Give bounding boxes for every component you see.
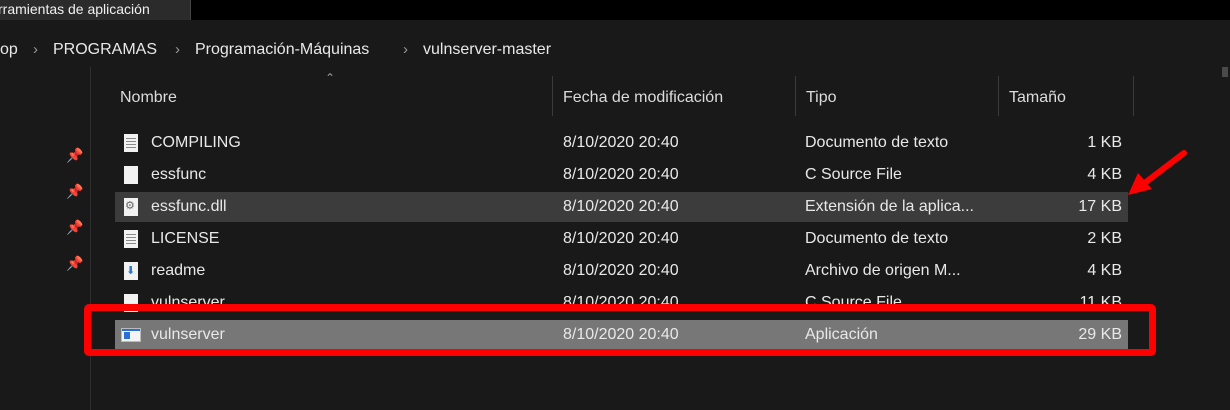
markdown-file-icon	[124, 262, 138, 280]
file-date: 8/10/2020 20:40	[563, 230, 679, 247]
file-name: vulnserver	[151, 326, 225, 343]
file-name: essfunc	[151, 166, 207, 183]
column-divider[interactable]	[795, 76, 796, 116]
file-type: Documento de texto	[805, 134, 949, 151]
chevron-right-icon[interactable]: ›	[175, 33, 180, 67]
file-row-readme[interactable]: readme 8/10/2020 20:40 Archivo de origen…	[115, 256, 1128, 286]
file-row-essfunc[interactable]: essfunc 8/10/2020 20:40 C Source File 4 …	[115, 160, 1128, 190]
column-header-name[interactable]: Nombre	[120, 81, 177, 117]
column-divider[interactable]	[552, 76, 553, 116]
pin-icon[interactable]: 📌	[66, 147, 83, 163]
column-header-type[interactable]: Tipo	[806, 81, 837, 117]
file-type: Archivo de origen M...	[805, 262, 961, 279]
chevron-right-icon[interactable]: ›	[33, 33, 38, 67]
file-type: Documento de texto	[805, 230, 949, 247]
file-type: Aplicación	[805, 326, 878, 343]
file-size: 4 KB	[1087, 262, 1122, 279]
file-name: LICENSE	[151, 230, 220, 247]
vertical-scrollbar[interactable]	[1213, 67, 1230, 410]
file-size: 2 KB	[1087, 230, 1122, 247]
file-name: readme	[151, 262, 206, 279]
file-size: 11 KB	[1079, 294, 1122, 311]
file-date: 8/10/2020 20:40	[563, 198, 679, 215]
column-divider[interactable]	[998, 76, 999, 116]
source-file-icon	[124, 166, 138, 184]
address-bar[interactable]: op › PROGRAMAS › Programación-Máquinas ›…	[0, 33, 1230, 67]
navigation-pane: 📌 📌 📌 📌	[0, 67, 90, 410]
file-date: 8/10/2020 20:40	[563, 166, 679, 183]
column-header-date[interactable]: Fecha de modificación	[563, 81, 723, 117]
source-file-icon	[124, 294, 138, 312]
breadcrumb-item-desktop[interactable]: op	[0, 33, 18, 67]
file-size: 1 KB	[1087, 134, 1122, 151]
dll-file-icon	[124, 198, 138, 216]
pin-icon[interactable]: 📌	[66, 255, 83, 271]
file-row-license[interactable]: LICENSE 8/10/2020 20:40 Documento de tex…	[115, 224, 1128, 254]
ribbon-tab-app-tools[interactable]: rramientas de aplicación	[0, 0, 191, 20]
breadcrumb-item-vulnserver-master[interactable]: vulnserver-master	[423, 33, 551, 67]
file-size: 29 KB	[1078, 326, 1122, 343]
file-date: 8/10/2020 20:40	[563, 262, 679, 279]
file-row-essfunc-dll[interactable]: essfunc.dll 8/10/2020 20:40 Extensión de…	[115, 192, 1128, 222]
breadcrumb-item-programacion-maquinas[interactable]: Programación-Máquinas	[195, 33, 369, 67]
file-size: 4 KB	[1087, 166, 1122, 183]
file-date: 8/10/2020 20:40	[563, 134, 679, 151]
text-file-icon	[124, 134, 138, 152]
file-name: vulnserver	[151, 294, 225, 311]
column-divider[interactable]	[1133, 76, 1134, 116]
file-size: 17 KB	[1078, 198, 1122, 215]
chevron-right-icon[interactable]: ›	[403, 33, 408, 67]
application-icon	[121, 328, 141, 342]
file-name: COMPILING	[151, 134, 241, 151]
file-type: C Source File	[805, 166, 902, 183]
file-type: Extensión de la aplica...	[805, 198, 974, 215]
file-row-vulnserver-c[interactable]: vulnserver 8/10/2020 20:40 C Source File…	[115, 288, 1128, 318]
file-row-compiling[interactable]: COMPILING 8/10/2020 20:40 Documento de t…	[115, 128, 1128, 158]
text-file-icon	[124, 230, 138, 248]
pin-icon[interactable]: 📌	[66, 183, 83, 199]
scrollbar-thumb[interactable]	[1222, 67, 1228, 77]
pin-icon[interactable]: 📌	[66, 219, 83, 235]
file-date: 8/10/2020 20:40	[563, 294, 679, 311]
file-type: C Source File	[805, 294, 902, 311]
breadcrumb-item-programas[interactable]: PROGRAMAS	[53, 33, 157, 67]
file-row-vulnserver-exe[interactable]: vulnserver 8/10/2020 20:40 Aplicación 29…	[115, 320, 1128, 350]
sort-ascending-icon: ⌃	[325, 71, 336, 85]
file-name: essfunc.dll	[151, 198, 227, 215]
file-date: 8/10/2020 20:40	[563, 326, 679, 343]
column-header-size[interactable]: Tamaño	[1009, 81, 1066, 117]
